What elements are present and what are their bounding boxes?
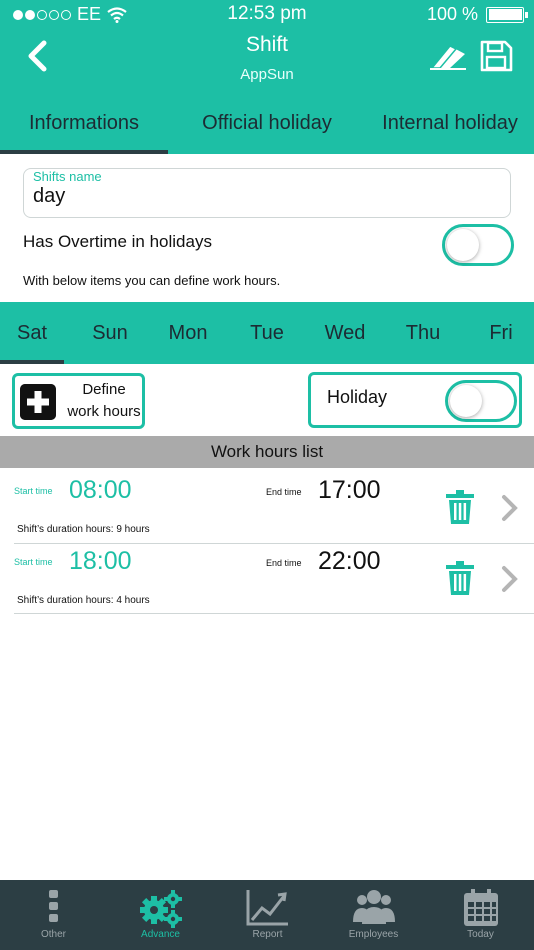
- nav-other-label: Other: [40, 929, 66, 940]
- start-time-label: Start time: [14, 557, 53, 567]
- nav-advance[interactable]: Advance: [107, 880, 214, 950]
- nav-advance-label: Advance: [141, 929, 180, 940]
- trash-icon[interactable]: [446, 490, 474, 524]
- people-icon: [352, 890, 395, 924]
- nav-today[interactable]: Today: [427, 880, 534, 950]
- chevron-right-icon[interactable]: [500, 565, 520, 593]
- nav-employees[interactable]: Employees: [320, 880, 427, 950]
- day-tab-tue[interactable]: Tue: [228, 302, 306, 364]
- define-label-line2: work hours: [67, 403, 141, 420]
- end-time-label: End time: [266, 487, 302, 497]
- work-hours-hint: With below items you can define work hou…: [23, 273, 281, 288]
- overtime-toggle[interactable]: [442, 224, 514, 266]
- holiday-toggle[interactable]: [445, 380, 517, 422]
- day-tab-thu[interactable]: Thu: [384, 302, 462, 364]
- end-time-value: 22:00: [318, 547, 381, 575]
- tab-informations[interactable]: Informations: [0, 92, 168, 154]
- battery-icon: [486, 6, 528, 23]
- work-hours-row[interactable]: Start time 08:00 End time 17:00 Shift’s …: [0, 472, 534, 544]
- calendar-icon: [463, 889, 498, 926]
- save-icon[interactable]: [479, 40, 513, 72]
- define-work-hours-button[interactable]: Define work hours: [12, 373, 145, 429]
- define-label-line1: Define: [82, 381, 126, 398]
- define-work-hours-label: Define work hours: [61, 379, 147, 423]
- active-tab-indicator: [0, 150, 168, 154]
- bottom-nav: Other Advance Report Employees Today: [0, 880, 534, 950]
- day-tab-mon[interactable]: Mon: [149, 302, 227, 364]
- day-tab-sat[interactable]: Sat: [0, 302, 71, 364]
- tab-internal-holiday[interactable]: Internal holiday: [366, 92, 534, 154]
- nav-report-label: Report: [252, 929, 283, 940]
- nav-today-label: Today: [467, 929, 494, 940]
- eraser-icon[interactable]: [428, 40, 468, 72]
- end-time-value: 17:00: [318, 476, 381, 504]
- nav-report[interactable]: Report: [214, 880, 321, 950]
- toggle-knob: [450, 385, 482, 417]
- holiday-label: Holiday: [327, 387, 388, 407]
- work-hours-row[interactable]: Start time 18:00 End time 22:00 Shift’s …: [0, 543, 534, 615]
- plus-icon: [20, 384, 56, 420]
- chart-icon: [246, 890, 288, 926]
- tab-official-holiday[interactable]: Official holiday: [168, 92, 366, 154]
- nav-other[interactable]: Other: [0, 880, 107, 950]
- start-time-value: 08:00: [69, 476, 132, 504]
- more-icon: [48, 890, 58, 922]
- shift-name-value[interactable]: day: [33, 185, 65, 208]
- battery-percent: 100 %: [426, 4, 478, 24]
- day-tab-sun[interactable]: Sun: [71, 302, 149, 364]
- day-tab-fri[interactable]: Fri: [462, 302, 534, 364]
- toggle-knob: [447, 229, 479, 261]
- shift-name-field[interactable]: Shifts name day: [23, 168, 511, 218]
- start-time-label: Start time: [14, 486, 53, 496]
- day-tab-wed[interactable]: Wed: [306, 302, 384, 364]
- start-time-value: 18:00: [69, 547, 132, 575]
- section-tabs: Informations Official holiday Internal h…: [0, 92, 534, 154]
- status-bar: EE 12:53 pm 100 %: [0, 0, 534, 28]
- active-day-indicator: [0, 360, 64, 364]
- day-tabs: Sat Sun Mon Tue Wed Thu Fri: [0, 302, 534, 364]
- holiday-switch-box: Holiday: [308, 372, 522, 428]
- shift-name-label: Shifts name: [33, 169, 102, 184]
- app-header: EE 12:53 pm 100 % Shift AppSun: [0, 0, 534, 92]
- nav-employees-label: Employees: [348, 929, 399, 940]
- overtime-label: Has Overtime in holidays: [23, 232, 212, 251]
- duration-text: Shift’s duration hours: 9 hours: [17, 524, 150, 535]
- chevron-right-icon[interactable]: [500, 494, 520, 522]
- end-time-label: End time: [266, 558, 302, 568]
- duration-text: Shift’s duration hours: 4 hours: [17, 595, 150, 606]
- trash-icon[interactable]: [446, 561, 474, 595]
- row-divider: [14, 613, 534, 614]
- work-hours-list-header: Work hours list: [0, 436, 534, 468]
- gears-icon: [139, 890, 182, 928]
